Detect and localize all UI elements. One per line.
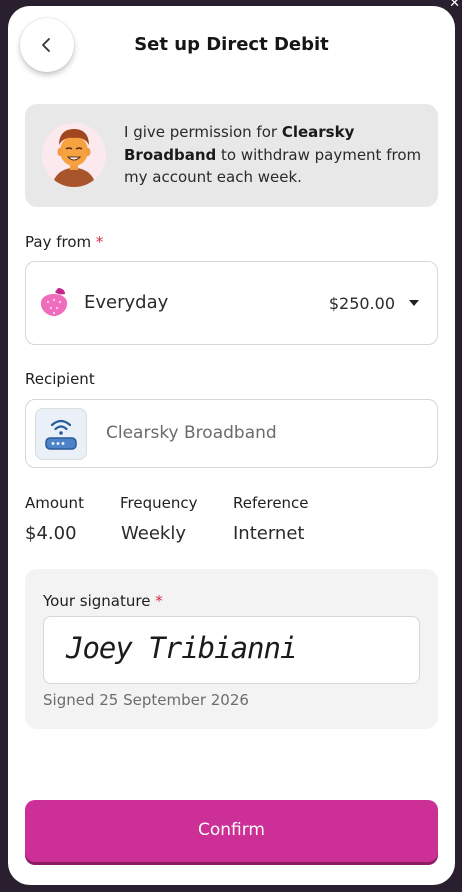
header: Set up Direct Debit (8, 6, 455, 86)
person-avatar-icon (42, 123, 106, 187)
confirm-button[interactable]: Confirm (25, 800, 438, 862)
pay-from-label: Pay from * (25, 233, 104, 251)
signature-input[interactable]: Joey Tribianni (43, 616, 420, 684)
amount-label: Amount (25, 494, 84, 512)
consent-card: I give permission for Clearsky Broadband… (25, 104, 438, 207)
signature-label: Your signature * (43, 592, 163, 610)
signature-value: Joey Tribianni (66, 631, 297, 665)
recipient-label: Recipient (25, 370, 95, 388)
recipient-logo (35, 408, 87, 460)
reference-label: Reference (233, 494, 309, 512)
required-marker: * (155, 592, 163, 610)
signed-date: Signed 25 September 2026 (43, 691, 249, 709)
recipient-field: Clearsky Broadband (25, 399, 438, 468)
frequency-label: Frequency (120, 494, 198, 512)
frequency-value: Weekly (121, 523, 186, 544)
avatar (42, 123, 106, 187)
consent-text: I give permission for Clearsky Broadband… (124, 123, 422, 186)
account-balance: $250.00 (328, 294, 395, 313)
page-title: Set up Direct Debit (134, 34, 329, 55)
signature-card: Your signature * Joey Tribianni Signed 2… (25, 569, 438, 729)
chevron-down-icon (409, 300, 419, 306)
direct-debit-sheet: Set up Direct Debit I give permission fo… (8, 6, 455, 885)
account-name: Everyday (84, 292, 169, 313)
wifi-router-icon (45, 419, 77, 450)
required-marker: * (95, 233, 104, 251)
pay-from-select[interactable]: Everyday $250.00 (25, 261, 438, 345)
strawberry-icon (40, 288, 68, 316)
reference-value: Internet (233, 523, 305, 544)
amount-value: $4.00 (25, 523, 77, 544)
recipient-name: Clearsky Broadband (106, 423, 277, 443)
